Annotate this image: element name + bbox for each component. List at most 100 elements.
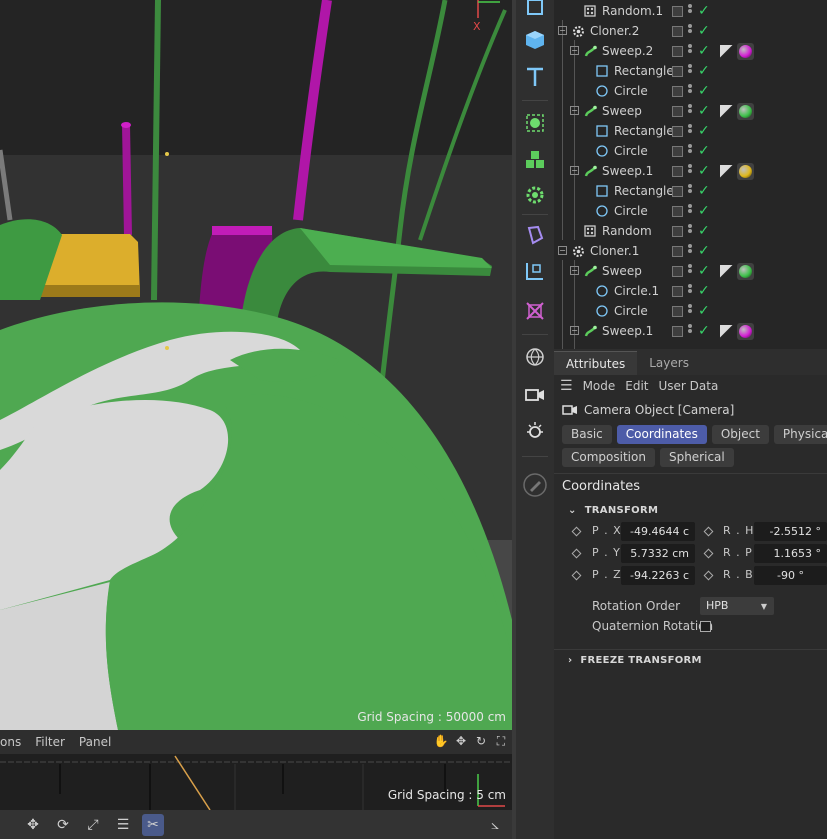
edit-flag-icon[interactable] — [672, 45, 683, 57]
light-icon[interactable] — [520, 416, 550, 446]
object-name[interactable]: Circle — [614, 144, 648, 158]
timeline-menu-options[interactable]: ons — [0, 735, 21, 749]
enabled-check-icon[interactable]: ✓ — [698, 83, 710, 99]
edit-flag-icon[interactable] — [672, 85, 683, 97]
object-name[interactable]: Sweep.2 — [602, 44, 653, 58]
timeline-menu-panel[interactable]: Panel — [79, 735, 111, 749]
enabled-check-icon[interactable]: ✓ — [698, 3, 710, 19]
enabled-check-icon[interactable]: ✓ — [698, 223, 710, 239]
menu-user-data[interactable]: User Data — [659, 379, 719, 393]
quaternion-checkbox[interactable] — [700, 621, 711, 632]
edit-flag-icon[interactable] — [672, 285, 683, 297]
px-field[interactable]: -49.4644 c — [621, 522, 695, 541]
object-name[interactable]: Sweep.1 — [602, 164, 653, 178]
edit-flag-icon[interactable] — [672, 145, 683, 157]
timeline-menu-filter[interactable]: Filter — [35, 735, 65, 749]
object-row[interactable]: − Sweep.1 ✓ — [554, 321, 827, 341]
phong-tag-icon[interactable] — [720, 164, 733, 178]
phong-tag-icon[interactable] — [720, 324, 733, 338]
enabled-check-icon[interactable]: ✓ — [698, 63, 710, 79]
object-name[interactable]: Sweep — [602, 264, 642, 278]
pill-physical[interactable]: Physical — [773, 425, 827, 444]
collapse-toggle-icon[interactable]: − — [558, 246, 567, 255]
tab-attributes[interactable]: Attributes — [554, 351, 638, 375]
object-name[interactable]: Circle.1 — [614, 284, 659, 298]
object-name[interactable]: Rectangle — [614, 64, 674, 78]
object-name[interactable]: Cloner.1 — [590, 244, 639, 258]
pencil-icon[interactable] — [520, 470, 550, 500]
visibility-dots-icon[interactable] — [688, 64, 692, 78]
object-row[interactable]: Circle ✓ — [554, 141, 827, 161]
edit-flag-icon[interactable] — [672, 25, 683, 37]
snap-tool-icon[interactable]: ✂ — [142, 813, 164, 836]
object-name[interactable]: Circle — [614, 204, 648, 218]
visibility-dots-icon[interactable] — [688, 104, 692, 118]
collapse-toggle-icon[interactable]: − — [570, 46, 579, 55]
object-name[interactable]: Sweep — [602, 104, 642, 118]
collapse-toggle-icon[interactable]: − — [570, 166, 579, 175]
object-row[interactable]: Rectangle ✓ — [554, 121, 827, 141]
enabled-check-icon[interactable]: ✓ — [698, 283, 710, 299]
object-row[interactable]: − Sweep.2 ✓ — [554, 41, 827, 61]
visibility-dots-icon[interactable] — [688, 164, 692, 178]
visibility-dots-icon[interactable] — [688, 224, 692, 238]
rotation-order-select[interactable]: HPB ▼ — [700, 597, 774, 615]
object-name[interactable]: Circle — [614, 304, 648, 318]
scale-tool-icon[interactable]: ⤢ — [82, 814, 104, 836]
3d-viewport[interactable]: X Grid Spacing : 50000 cm — [0, 0, 512, 730]
edit-flag-icon[interactable] — [672, 125, 683, 137]
rotate-tool-icon[interactable]: ⟳ — [52, 814, 74, 836]
mograph-cubes-icon[interactable] — [520, 145, 550, 175]
object-row[interactable]: − Sweep ✓ — [554, 101, 827, 121]
rb-field[interactable]: -90 ° — [754, 566, 827, 585]
edit-flag-icon[interactable] — [672, 65, 683, 77]
enabled-check-icon[interactable]: ✓ — [698, 143, 710, 159]
keyframe-diamond-icon[interactable] — [571, 526, 582, 537]
visibility-dots-icon[interactable] — [688, 244, 692, 258]
field-icon[interactable] — [520, 256, 550, 286]
object-row[interactable]: − Sweep ✓ — [554, 261, 827, 281]
collapse-toggle-icon[interactable]: − — [558, 26, 567, 35]
material-tag-icon[interactable] — [737, 42, 754, 60]
pz-field[interactable]: -94.2263 c — [621, 566, 695, 585]
enabled-check-icon[interactable]: ✓ — [698, 203, 710, 219]
object-name[interactable]: Rectangle — [614, 124, 674, 138]
pill-spherical[interactable]: Spherical — [659, 448, 734, 467]
object-row[interactable]: Circle.1 ✓ — [554, 281, 827, 301]
keyframe-diamond-icon[interactable] — [703, 548, 714, 559]
object-row[interactable]: Circle ✓ — [554, 201, 827, 221]
phong-tag-icon[interactable] — [720, 104, 733, 118]
cube-outline-icon[interactable] — [520, 0, 550, 22]
enabled-check-icon[interactable]: ✓ — [698, 243, 710, 259]
pill-basic[interactable]: Basic — [562, 425, 612, 444]
visibility-dots-icon[interactable] — [688, 144, 692, 158]
axis-corner-icon[interactable]: ⦣ — [484, 814, 506, 836]
edit-flag-icon[interactable] — [672, 105, 683, 117]
enabled-check-icon[interactable]: ✓ — [698, 163, 710, 179]
visibility-dots-icon[interactable] — [688, 284, 692, 298]
visibility-dots-icon[interactable] — [688, 204, 692, 218]
environment-globe-icon[interactable] — [520, 342, 550, 372]
enabled-check-icon[interactable]: ✓ — [698, 123, 710, 139]
object-name[interactable]: Random — [602, 224, 652, 238]
collapse-toggle-icon[interactable]: − — [570, 266, 579, 275]
pill-composition[interactable]: Composition — [562, 448, 655, 467]
enabled-check-icon[interactable]: ✓ — [698, 323, 710, 339]
visibility-dots-icon[interactable] — [688, 44, 692, 58]
move-arrows-icon[interactable]: ✥ — [454, 734, 468, 748]
edit-flag-icon[interactable] — [672, 205, 683, 217]
rp-field[interactable]: 1.1653 ° — [754, 544, 827, 563]
enabled-check-icon[interactable]: ✓ — [698, 43, 710, 59]
edit-flag-icon[interactable] — [672, 265, 683, 277]
phong-tag-icon[interactable] — [720, 44, 733, 58]
maximize-icon[interactable]: ⛶ — [494, 734, 508, 748]
timeline-graph[interactable]: Grid Spacing : 5 cm — [0, 754, 512, 810]
material-tag-icon[interactable] — [737, 102, 754, 120]
pill-coordinates[interactable]: Coordinates — [616, 425, 707, 444]
rh-field[interactable]: -2.5512 ° — [754, 522, 827, 541]
edit-flag-icon[interactable] — [672, 245, 683, 257]
object-row[interactable]: Rectangle ✓ — [554, 61, 827, 81]
keyframe-diamond-icon[interactable] — [703, 526, 714, 537]
move-tool-icon[interactable]: ✥ — [22, 814, 44, 836]
object-row[interactable]: − Sweep.1 ✓ — [554, 161, 827, 181]
